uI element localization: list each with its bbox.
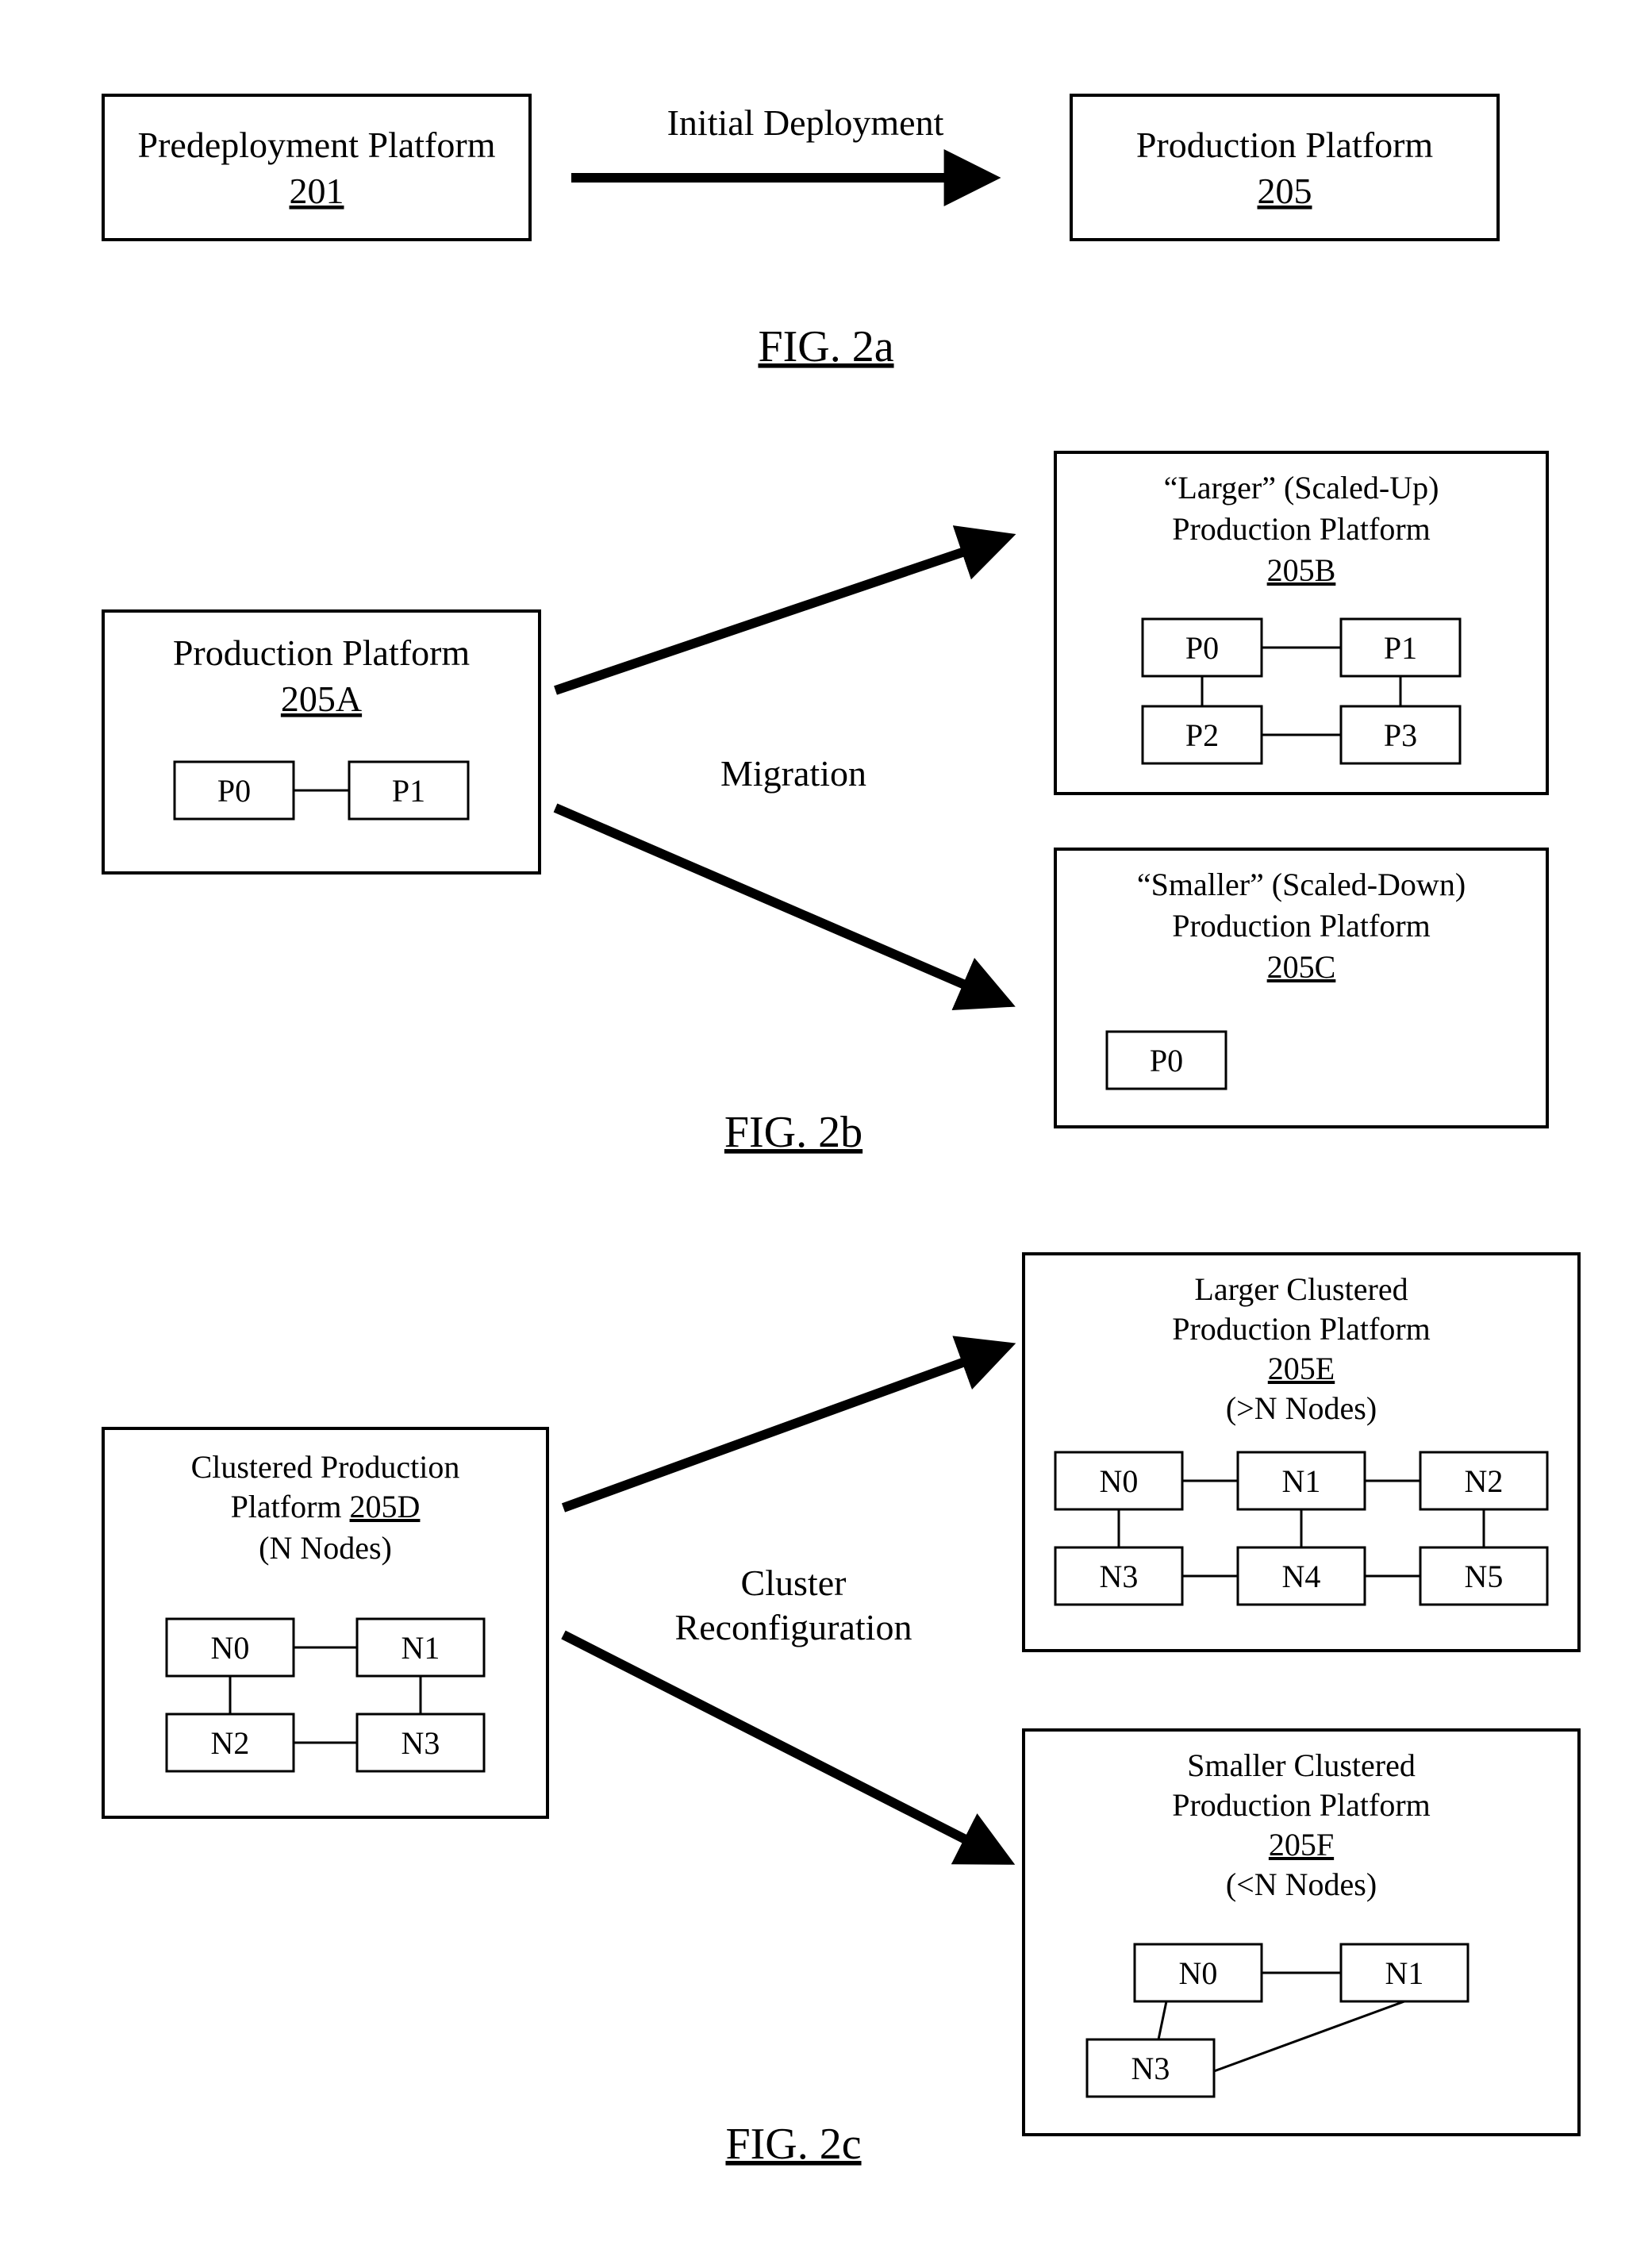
platform-205f-ref: 205F: [1269, 1827, 1334, 1863]
production-platform-box: [1071, 95, 1498, 240]
platform-205a-title: Production Platform: [173, 632, 471, 673]
platform-205e-ref: 205E: [1268, 1351, 1335, 1386]
arrow-to-205c: [555, 808, 1000, 1000]
node-205f-n0-label: N0: [1179, 1955, 1218, 1991]
node-205e-n4-label: N4: [1282, 1559, 1321, 1594]
fig-2a: Predeployment Platform 201 Initial Deplo…: [103, 95, 1498, 371]
production-title: Production Platform: [1136, 125, 1434, 165]
platform-205f-title2: Production Platform: [1172, 1787, 1431, 1823]
platform-205c-title2: Production Platform: [1172, 908, 1431, 944]
node-205c-p0-label: P0: [1150, 1043, 1183, 1078]
node-p1-label: P1: [392, 773, 425, 809]
production-ref: 205: [1258, 171, 1312, 211]
initial-deployment-label: Initial Deployment: [667, 102, 944, 143]
platform-205d-title2-prefix: Platform: [231, 1489, 350, 1524]
fig-2a-caption: FIG. 2a: [758, 322, 893, 371]
fig-2b-caption: FIG. 2b: [724, 1108, 862, 1157]
cluster-label-1: Cluster: [741, 1563, 847, 1603]
platform-205f-subtitle: (<N Nodes): [1226, 1866, 1377, 1902]
platform-205b-ref: 205B: [1267, 552, 1336, 588]
platform-205e-title1: Larger Clustered: [1194, 1271, 1408, 1307]
platform-205d-subtitle: (N Nodes): [259, 1530, 392, 1566]
node-205e-n5-label: N5: [1465, 1559, 1504, 1594]
predeployment-ref: 201: [290, 171, 344, 211]
platform-205f-title1: Smaller Clustered: [1187, 1747, 1416, 1783]
node-205f-n3-label: N3: [1131, 2051, 1170, 2086]
fig-2c: Clustered Production Platform 205D (N No…: [103, 1254, 1579, 2169]
predeployment-title: Predeployment Platform: [138, 125, 496, 165]
node-205e-n2-label: N2: [1465, 1463, 1504, 1499]
node-p0-label: P0: [217, 773, 251, 809]
node-205e-n1-label: N1: [1282, 1463, 1321, 1499]
platform-205e-subtitle: (>N Nodes): [1226, 1390, 1377, 1426]
node-205d-n1-label: N1: [401, 1630, 440, 1666]
node-205e-n3-label: N3: [1100, 1559, 1139, 1594]
node-205b-p2-label: P2: [1185, 717, 1219, 753]
arrow-to-205e: [563, 1349, 1000, 1508]
node-205f-n1-label: N1: [1385, 1955, 1424, 1991]
node-205d-n3-label: N3: [401, 1725, 440, 1761]
node-205b-p1-label: P1: [1384, 630, 1417, 666]
node-205d-n2-label: N2: [211, 1725, 250, 1761]
arrow-to-205b: [555, 540, 1000, 690]
platform-205d-title1: Clustered Production: [191, 1449, 460, 1485]
migration-label: Migration: [720, 753, 866, 794]
platform-205a-ref: 205A: [281, 678, 362, 719]
platform-205b-title1: “Larger” (Scaled-Up): [1164, 470, 1439, 506]
cluster-label-2: Reconfiguration: [675, 1607, 912, 1647]
arrow-to-205f: [563, 1635, 1000, 1857]
platform-205d-title2: Platform 205D: [231, 1489, 421, 1524]
platform-205c-ref: 205C: [1267, 949, 1336, 985]
fig-2b: Production Platform 205A P0 P1 Migration…: [103, 452, 1547, 1157]
platform-205b-title2: Production Platform: [1172, 511, 1431, 547]
node-205b-p0-label: P0: [1185, 630, 1219, 666]
platform-205e-title2: Production Platform: [1172, 1311, 1431, 1347]
platform-205c-title1: “Smaller” (Scaled-Down): [1137, 867, 1466, 902]
platform-205d-ref: 205D: [350, 1489, 421, 1524]
node-205e-n0-label: N0: [1100, 1463, 1139, 1499]
node-205d-n0-label: N0: [211, 1630, 250, 1666]
predeployment-platform-box: [103, 95, 530, 240]
fig-2c-caption: FIG. 2c: [725, 2120, 861, 2169]
node-205b-p3-label: P3: [1384, 717, 1417, 753]
